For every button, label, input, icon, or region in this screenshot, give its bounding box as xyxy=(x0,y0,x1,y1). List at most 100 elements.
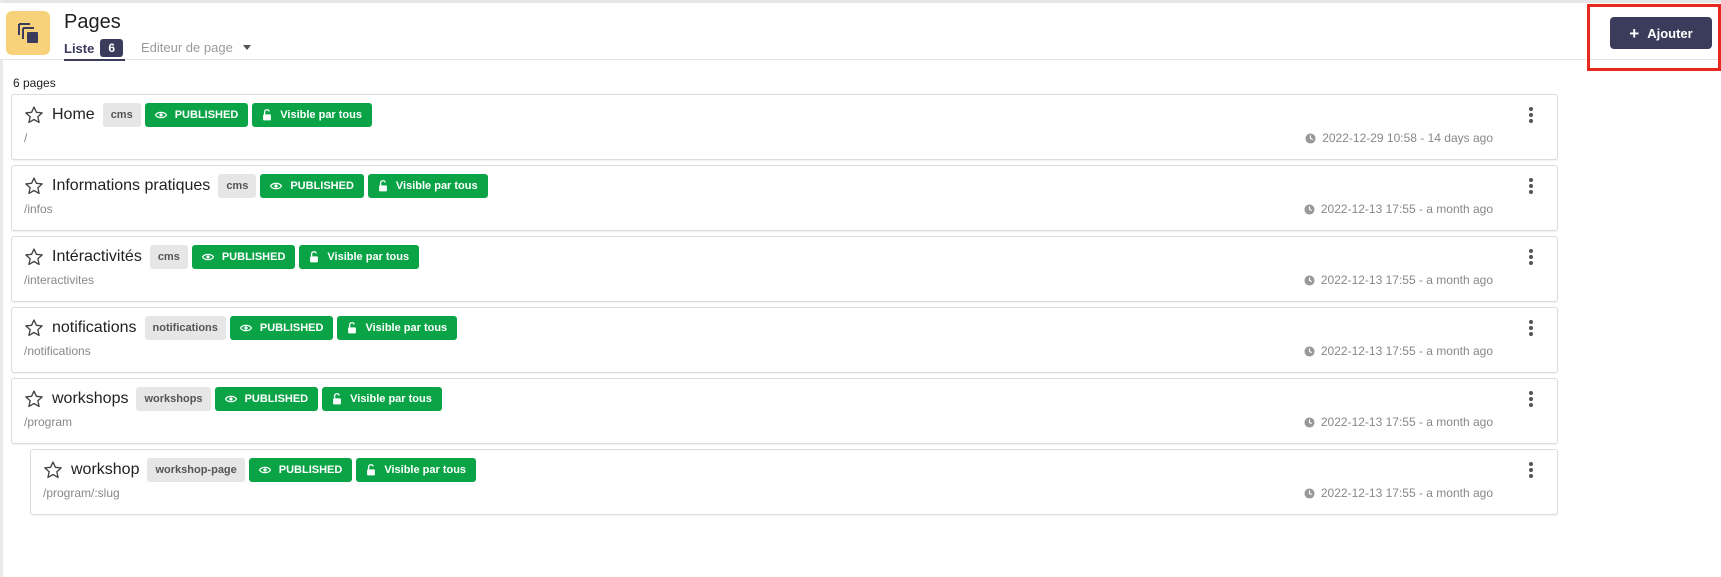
visibility-badge-label: Visible par tous xyxy=(350,393,432,405)
add-page-button[interactable]: + Ajouter xyxy=(1610,17,1712,49)
status-badge: PUBLISHED xyxy=(214,387,319,411)
clock-icon xyxy=(1304,274,1315,286)
page-title-text[interactable]: Intéractivités xyxy=(52,248,142,266)
page-title-text[interactable]: notifications xyxy=(52,319,137,337)
page-updated-date: 2022-12-13 17:55 - a month ago xyxy=(1304,486,1493,500)
page-path: /infos xyxy=(24,202,53,216)
unlock-icon xyxy=(263,109,272,121)
star-icon[interactable] xyxy=(24,247,44,267)
status-badge-label: PUBLISHED xyxy=(278,464,343,476)
visibility-badge: Visible par tous xyxy=(337,316,458,340)
page-row-notifications[interactable]: notifications notifications PUBLISHED Vi… xyxy=(11,307,1558,373)
add-button-label: Ajouter xyxy=(1647,25,1693,41)
page-type-tag: workshop-page xyxy=(147,458,245,482)
page-updated-date-text: 2022-12-13 17:55 - a month ago xyxy=(1320,273,1493,287)
status-badge: PUBLISHED xyxy=(260,174,364,198)
pages-stack-icon xyxy=(6,11,50,55)
visibility-badge: Visible par tous xyxy=(252,103,372,127)
visibility-badge: Visible par tous xyxy=(356,458,477,482)
page-path: / xyxy=(24,131,28,145)
star-icon[interactable] xyxy=(24,176,44,196)
page-row-informations-pratiques[interactable]: Informations pratiques cms PUBLISHED Vis… xyxy=(11,165,1558,231)
visibility-badge-label: Visible par tous xyxy=(384,464,467,476)
page-row-interactivites[interactable]: Intéractivités cms PUBLISHED Visible par… xyxy=(11,236,1558,302)
star-icon[interactable] xyxy=(43,460,63,480)
page-type-tag: cms xyxy=(149,245,188,269)
status-badge: PUBLISHED xyxy=(229,316,334,340)
window-left-border xyxy=(0,0,3,577)
page-row-workshop-child[interactable]: workshop workshop-page PUBLISHED Visible… xyxy=(30,449,1558,515)
page-updated-date-text: 2022-12-13 17:55 - a month ago xyxy=(1320,486,1493,500)
more-options-icon[interactable] xyxy=(1527,107,1535,123)
clock-icon xyxy=(1305,132,1316,144)
page-title-text[interactable]: Home xyxy=(52,106,95,124)
eye-icon xyxy=(270,182,283,190)
status-badge-label: PUBLISHED xyxy=(221,251,286,263)
page-updated-date-text: 2022-12-13 17:55 - a month ago xyxy=(1320,415,1493,429)
status-badge: PUBLISHED xyxy=(191,245,296,269)
more-options-icon[interactable] xyxy=(1527,178,1535,194)
visibility-badge: Visible par tous xyxy=(299,245,420,269)
plus-icon: + xyxy=(1629,23,1640,43)
tab-editeur-de-page[interactable]: Editeur de page xyxy=(141,40,251,55)
clock-icon xyxy=(1304,416,1315,428)
page-row-home[interactable]: Home cms PUBLISHED Visible par tous / 20… xyxy=(11,94,1558,160)
page-path: /interactivites xyxy=(24,273,95,287)
tab-liste-count-badge: 6 xyxy=(100,39,124,57)
unlock-icon xyxy=(379,180,387,192)
status-badge-label: PUBLISHED xyxy=(174,109,239,121)
page-type-tag: workshops xyxy=(136,387,211,411)
status-badge: PUBLISHED xyxy=(248,458,353,482)
clock-icon xyxy=(1304,203,1315,215)
page-updated-date: 2022-12-13 17:55 - a month ago xyxy=(1304,344,1493,358)
status-badge-label: PUBLISHED xyxy=(259,322,324,334)
more-options-icon[interactable] xyxy=(1527,249,1535,265)
eye-icon xyxy=(201,253,214,261)
page-type-tag: cms xyxy=(218,174,257,198)
page-updated-date-text: 2022-12-13 17:55 - a month ago xyxy=(1320,202,1493,216)
page-title-text[interactable]: workshop xyxy=(71,461,139,479)
page-path: /program xyxy=(24,415,73,429)
page-type-tag: notifications xyxy=(144,316,226,340)
page-type-tag: cms xyxy=(102,103,141,127)
eye-icon xyxy=(239,324,252,332)
page-title-text[interactable]: workshops xyxy=(52,390,128,408)
visibility-badge-label: Visible par tous xyxy=(280,109,362,121)
visibility-badge: Visible par tous xyxy=(367,174,488,198)
unlock-icon xyxy=(348,322,357,334)
eye-icon xyxy=(224,395,237,403)
star-icon[interactable] xyxy=(24,389,44,409)
more-options-icon[interactable] xyxy=(1527,462,1535,478)
tab-liste-label: Liste xyxy=(64,40,95,56)
page-updated-date: 2022-12-13 17:55 - a month ago xyxy=(1304,202,1493,216)
star-icon[interactable] xyxy=(24,318,44,338)
star-icon[interactable] xyxy=(24,105,44,125)
visibility-badge-label: Visible par tous xyxy=(327,251,410,263)
clock-icon xyxy=(1304,345,1315,357)
more-options-icon[interactable] xyxy=(1527,320,1535,336)
chevron-down-icon xyxy=(242,45,251,50)
visibility-badge: Visible par tous xyxy=(322,387,442,411)
page-updated-date: 2022-12-13 17:55 - a month ago xyxy=(1304,415,1493,429)
page-path: /notifications xyxy=(24,344,91,358)
page-updated-date: 2022-12-13 17:55 - a month ago xyxy=(1304,273,1493,287)
tab-editeur-label: Editeur de page xyxy=(141,40,233,55)
unlock-icon xyxy=(333,393,342,405)
visibility-badge-label: Visible par tous xyxy=(395,180,478,192)
page-updated-date-text: 2022-12-13 17:55 - a month ago xyxy=(1320,344,1493,358)
status-badge-label: PUBLISHED xyxy=(244,393,309,405)
more-options-icon[interactable] xyxy=(1527,391,1535,407)
status-badge: PUBLISHED xyxy=(144,103,249,127)
page-path: /program/:slug xyxy=(43,486,120,500)
unlock-icon xyxy=(367,464,376,476)
page-header: Pages Liste 6 Editeur de page xyxy=(0,3,1721,61)
unlock-icon xyxy=(310,251,319,263)
tab-liste[interactable]: Liste 6 xyxy=(64,37,126,61)
page-row-workshops[interactable]: workshops workshops PUBLISHED Visible pa… xyxy=(11,378,1558,444)
clock-icon xyxy=(1304,487,1315,499)
visibility-badge-label: Visible par tous xyxy=(365,322,448,334)
page-title: Pages xyxy=(64,11,121,33)
eye-icon xyxy=(258,466,271,474)
page-title-text[interactable]: Informations pratiques xyxy=(52,177,210,195)
page-updated-date-text: 2022-12-29 10:58 - 14 days ago xyxy=(1322,131,1493,145)
